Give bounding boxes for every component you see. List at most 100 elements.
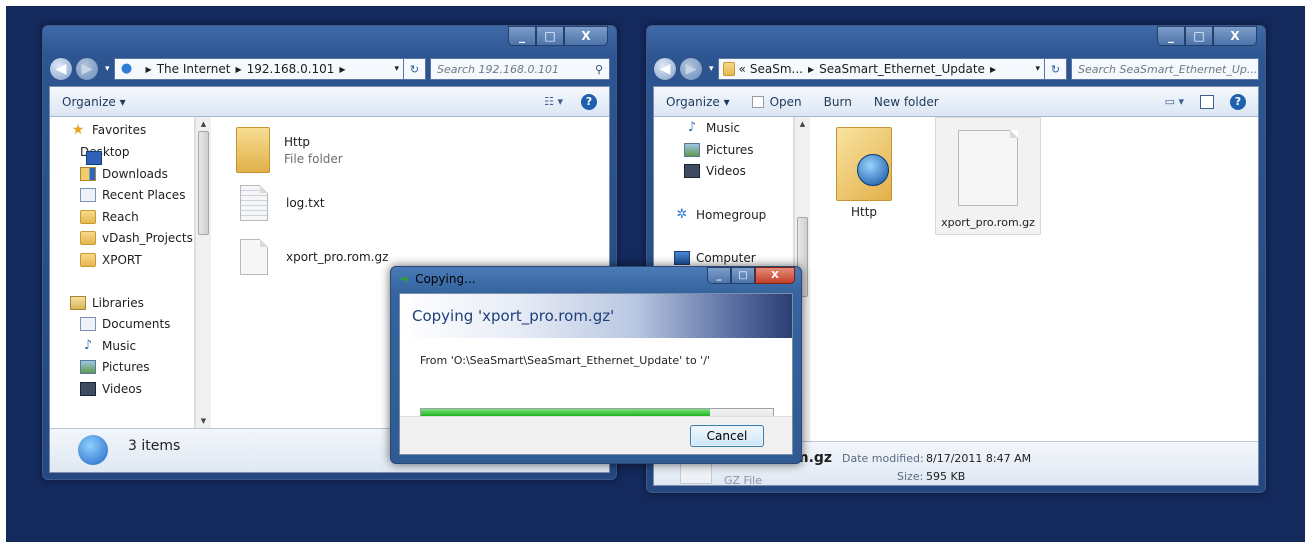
minimize-button[interactable]: _ <box>707 267 731 284</box>
nav-item-pictures[interactable]: Pictures <box>684 143 754 157</box>
file-item-log[interactable]: log.txt <box>240 185 325 221</box>
breadcrumb-item[interactable]: The Internet <box>157 62 231 76</box>
nav-item-music[interactable]: ♪ Music <box>80 339 136 354</box>
nav-item-label: Computer <box>696 251 756 265</box>
nav-item-pictures[interactable]: Pictures <box>80 360 150 374</box>
scroll-up-icon[interactable]: ▲ <box>196 117 211 131</box>
copy-arrow-icon: ➜ <box>399 272 410 286</box>
nav-item-label: Reach <box>102 210 139 224</box>
nav-item-computer[interactable]: Computer <box>674 251 756 265</box>
file-name: Http <box>284 134 311 149</box>
nav-item-favorites[interactable]: ★ Favorites <box>70 123 147 137</box>
copy-progress-dialog: ➜ Copying... _ □ X Copying 'xport_pro.ro… <box>390 266 802 464</box>
nav-item-downloads[interactable]: Downloads <box>80 167 168 181</box>
breadcrumb-arrow-icon[interactable]: ▶ <box>808 65 814 74</box>
nav-item-libraries[interactable]: Libraries <box>70 296 144 310</box>
breadcrumb-item[interactable]: SeaSm... <box>750 62 803 76</box>
nav-item-homegroup[interactable]: ✲ Homegroup <box>674 207 767 223</box>
file-item-http[interactable]: Http <box>823 123 905 233</box>
navigation-bar: ◀ ▶ ▾ « SeaSm... ▶ SeaSmart_Ethernet_Upd… <box>653 56 1259 82</box>
dialog-title-bar: ➜ Copying... <box>399 272 476 286</box>
file-grid: Http xport_pro.rom.gz <box>811 117 1258 441</box>
copy-source-text: From 'O:\SeaSmart\SeaSmart_Ethernet_Upda… <box>420 354 710 367</box>
nav-item-videos[interactable]: Videos <box>684 164 746 178</box>
change-view-icon[interactable]: ▭ ▾ <box>1165 95 1184 108</box>
search-input[interactable]: Search SeaSmart_Ethernet_Up... ⚲ <box>1071 58 1259 80</box>
change-view-icon[interactable]: ☷ ▾ <box>544 95 563 108</box>
breadcrumb-overflow[interactable]: « <box>739 62 746 76</box>
scrollbar-thumb[interactable] <box>198 131 209 235</box>
close-button[interactable]: X <box>1213 26 1257 46</box>
breadcrumb-arrow-icon[interactable]: ▶ <box>339 65 345 74</box>
recent-pages-dropdown[interactable]: ▾ <box>709 64 714 74</box>
maximize-button[interactable]: □ <box>1185 26 1213 46</box>
nav-item-documents[interactable]: Documents <box>80 317 170 331</box>
search-input[interactable]: Search 192.168.0.101 ⚲ <box>430 58 610 80</box>
documents-icon <box>80 317 96 331</box>
scroll-up-icon[interactable]: ▲ <box>795 117 810 131</box>
back-button[interactable]: ◀ <box>49 57 73 81</box>
nav-item-music[interactable]: ♪ Music <box>684 120 740 136</box>
forward-button[interactable]: ▶ <box>679 57 703 81</box>
music-icon: ♪ <box>687 120 697 135</box>
nav-item-label: Favorites <box>92 123 147 137</box>
close-button[interactable]: X <box>755 267 795 284</box>
minimize-button[interactable]: _ <box>508 26 536 46</box>
forward-button[interactable]: ▶ <box>75 57 99 81</box>
refresh-button[interactable]: ↻ <box>1045 58 1067 80</box>
nav-item-label: XPORT <box>102 253 142 267</box>
nav-item-videos[interactable]: Videos <box>80 382 142 396</box>
minimize-button[interactable]: _ <box>1157 26 1185 46</box>
breadcrumb-arrow-icon[interactable]: ▶ <box>990 65 996 74</box>
refresh-button[interactable]: ↻ <box>404 58 426 80</box>
file-item-xport-rom[interactable]: xport_pro.rom.gz <box>240 239 388 275</box>
organize-button[interactable]: Organize ▾ <box>62 95 126 109</box>
search-placeholder: Search 192.168.0.101 <box>437 62 560 76</box>
homegroup-icon: ✲ <box>676 207 688 222</box>
dialog-footer: Cancel <box>400 416 792 454</box>
breadcrumb-arrow-icon[interactable]: ▶ <box>146 65 152 74</box>
nav-item-recent-places[interactable]: Recent Places <box>80 188 185 202</box>
dialog-body: Copying 'xport_pro.rom.gz' From 'O:\SeaS… <box>399 293 793 455</box>
nav-pane-scrollbar[interactable]: ▲ ▼ <box>195 117 211 428</box>
library-icon <box>70 296 86 310</box>
search-placeholder: Search SeaSmart_Ethernet_Up... <box>1078 62 1258 76</box>
nav-item-xport[interactable]: XPORT <box>80 253 142 267</box>
file-item-http[interactable]: Http File folder <box>236 127 343 173</box>
maximize-button[interactable]: □ <box>536 26 564 46</box>
close-button[interactable]: X <box>564 26 608 46</box>
breadcrumb-arrow-icon[interactable]: ▶ <box>235 65 241 74</box>
network-icon: ● <box>120 61 133 76</box>
file-icon <box>240 239 268 275</box>
back-button[interactable]: ◀ <box>653 57 677 81</box>
cancel-button[interactable]: Cancel <box>690 425 764 447</box>
breadcrumb-item[interactable]: SeaSmart_Ethernet_Update <box>819 62 985 76</box>
folder-icon <box>722 62 735 76</box>
scroll-down-icon[interactable]: ▼ <box>196 414 211 428</box>
item-count: 3 items <box>128 438 181 454</box>
nav-item-desktop[interactable]: Desktop <box>80 145 130 165</box>
address-bar[interactable]: ● ▶ The Internet ▶ 192.168.0.101 ▶ ▾ <box>113 58 404 80</box>
organize-button[interactable]: Organize ▾ <box>666 95 730 109</box>
open-button[interactable]: Open <box>751 94 802 109</box>
help-icon[interactable]: ? <box>581 93 597 110</box>
videos-icon <box>684 164 700 178</box>
maximize-button[interactable]: □ <box>731 267 755 284</box>
file-item-xport-rom-selected[interactable]: xport_pro.rom.gz <box>935 117 1041 235</box>
folder-icon <box>80 231 96 245</box>
folder-icon <box>80 210 96 224</box>
address-dropdown-icon[interactable]: ▾ <box>1035 64 1040 74</box>
preview-pane-icon[interactable] <box>1200 94 1214 109</box>
nav-item-reach[interactable]: Reach <box>80 210 139 224</box>
address-dropdown-icon[interactable]: ▾ <box>394 64 399 74</box>
address-bar[interactable]: « SeaSm... ▶ SeaSmart_Ethernet_Update ▶ … <box>717 58 1045 80</box>
new-folder-button[interactable]: New folder <box>874 95 939 109</box>
videos-icon <box>80 382 96 396</box>
downloads-icon <box>80 167 96 181</box>
recent-pages-dropdown[interactable]: ▾ <box>105 64 110 74</box>
burn-button[interactable]: Burn <box>824 95 852 109</box>
nav-item-vdash-projects[interactable]: vDash_Projects <box>80 231 193 245</box>
breadcrumb-item[interactable]: 192.168.0.101 <box>247 62 335 76</box>
open-label: Open <box>769 94 802 109</box>
help-icon[interactable]: ? <box>1230 93 1246 110</box>
